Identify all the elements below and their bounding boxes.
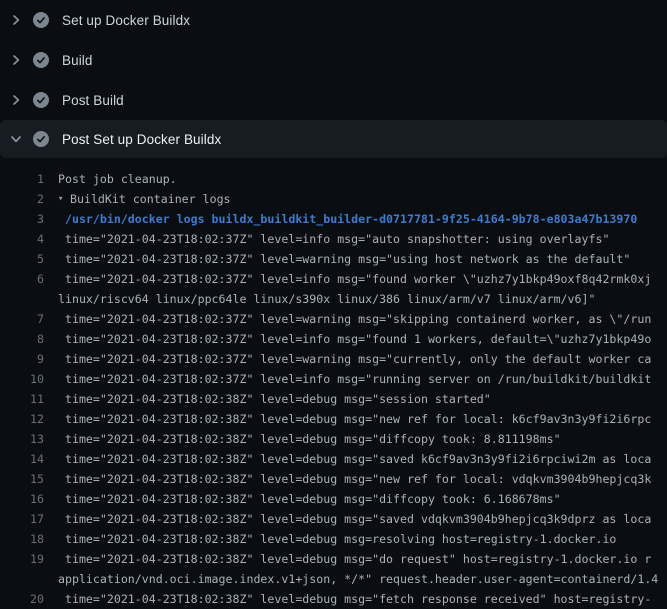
log-line-number[interactable]: 15: [0, 469, 44, 489]
log-line-text: time="2021-04-23T18:02:38Z" level=debug …: [58, 429, 561, 449]
log-line-number[interactable]: 5: [0, 249, 44, 269]
step-label: Build: [62, 53, 93, 68]
log-line-text: time="2021-04-23T18:02:37Z" level=warnin…: [58, 349, 651, 369]
log-line-text: time="2021-04-23T18:02:37Z" level=info m…: [58, 329, 651, 349]
log-line: 9 time="2021-04-23T18:02:37Z" level=warn…: [0, 349, 667, 369]
check-circle-icon: [33, 92, 49, 108]
log-line: 16 time="2021-04-23T18:02:38Z" level=deb…: [0, 489, 667, 509]
log-line: linux/riscv64 linux/ppc64le linux/s390x …: [0, 289, 667, 309]
log-line-text: time="2021-04-23T18:02:38Z" level=debug …: [58, 469, 651, 489]
log-line: 5 time="2021-04-23T18:02:37Z" level=warn…: [0, 249, 667, 269]
log-line-number[interactable]: 6: [0, 269, 44, 289]
log-line-number[interactable]: 11: [0, 389, 44, 409]
log-line: 11 time="2021-04-23T18:02:38Z" level=deb…: [0, 389, 667, 409]
log-line-text: time="2021-04-23T18:02:37Z" level=info m…: [58, 369, 651, 389]
log-line-text: time="2021-04-23T18:02:37Z" level=warnin…: [58, 249, 630, 269]
log-line: 15 time="2021-04-23T18:02:38Z" level=deb…: [0, 469, 667, 489]
log-line-number[interactable]: 1: [0, 169, 44, 189]
chevron-right-icon[interactable]: [8, 92, 24, 108]
step-label: Post Set up Docker Buildx: [62, 132, 221, 147]
log-line-number[interactable]: 12: [0, 409, 44, 429]
log-line-number[interactable]: 2: [0, 189, 44, 209]
log-group-collapse-icon[interactable]: ▾: [58, 189, 70, 209]
log-line-number[interactable]: 19: [0, 549, 44, 569]
log-line-text: time="2021-04-23T18:02:38Z" level=debug …: [58, 489, 561, 509]
chevron-down-icon[interactable]: [8, 131, 24, 147]
log-line-text: time="2021-04-23T18:02:38Z" level=debug …: [58, 509, 651, 529]
log-panel: 1 Post job cleanup. 2 ▾ BuildKit contain…: [0, 158, 667, 609]
log-line-text: Post job cleanup.: [58, 169, 177, 189]
log-line-text: time="2021-04-23T18:02:38Z" level=debug …: [58, 409, 651, 429]
log-line-text: time="2021-04-23T18:02:38Z" level=debug …: [58, 449, 651, 469]
log-line-text: BuildKit container logs: [70, 189, 231, 209]
log-line-number[interactable]: 4: [0, 229, 44, 249]
step-row[interactable]: Set up Docker Buildx: [0, 0, 667, 40]
log-line: 2 ▾ BuildKit container logs: [0, 189, 667, 209]
log-line: 7 time="2021-04-23T18:02:37Z" level=warn…: [0, 309, 667, 329]
step-row[interactable]: Post Build: [0, 80, 667, 120]
log-line-text: time="2021-04-23T18:02:37Z" level=warnin…: [58, 309, 651, 329]
log-line-text: application/vnd.oci.image.index.v1+json,…: [58, 569, 658, 589]
log-line: 10 time="2021-04-23T18:02:37Z" level=inf…: [0, 369, 667, 389]
log-line-number[interactable]: 13: [0, 429, 44, 449]
chevron-right-icon[interactable]: [8, 52, 24, 68]
log-line-number[interactable]: 8: [0, 329, 44, 349]
step-list: Set up Docker Buildx Build P: [0, 0, 667, 158]
log-line-number[interactable]: 16: [0, 489, 44, 509]
log-line: 3 /usr/bin/docker logs buildx_buildkit_b…: [0, 209, 667, 229]
log-line-number[interactable]: [0, 569, 44, 589]
log-line-number[interactable]: 14: [0, 449, 44, 469]
log-line-text: time="2021-04-23T18:02:38Z" level=debug …: [58, 589, 651, 609]
log-line-number[interactable]: 20: [0, 589, 44, 609]
log-line: 14 time="2021-04-23T18:02:38Z" level=deb…: [0, 449, 667, 469]
log-line-text: linux/riscv64 linux/ppc64le linux/s390x …: [58, 289, 595, 309]
log-line-text: /usr/bin/docker logs buildx_buildkit_bui…: [58, 209, 637, 229]
log-line: 4 time="2021-04-23T18:02:37Z" level=info…: [0, 229, 667, 249]
log-line-text: time="2021-04-23T18:02:38Z" level=debug …: [58, 549, 651, 569]
log-line-text: time="2021-04-23T18:02:38Z" level=debug …: [58, 529, 616, 549]
check-circle-icon: [33, 52, 49, 68]
log-line: 6 time="2021-04-23T18:02:37Z" level=info…: [0, 269, 667, 289]
step-row[interactable]: Build: [0, 40, 667, 80]
log-line-number[interactable]: 3: [0, 209, 44, 229]
step-row[interactable]: Post Set up Docker Buildx: [0, 120, 667, 158]
log-line-number[interactable]: 17: [0, 509, 44, 529]
log-line-number[interactable]: [0, 289, 44, 309]
log-line: 13 time="2021-04-23T18:02:38Z" level=deb…: [0, 429, 667, 449]
log-line-number[interactable]: 9: [0, 349, 44, 369]
log-line: 1 Post job cleanup.: [0, 169, 667, 189]
check-circle-icon: [33, 131, 49, 147]
log-line: 12 time="2021-04-23T18:02:38Z" level=deb…: [0, 409, 667, 429]
log-line-text: time="2021-04-23T18:02:38Z" level=debug …: [58, 389, 491, 409]
log-line: 20 time="2021-04-23T18:02:38Z" level=deb…: [0, 589, 667, 609]
log-line-text: time="2021-04-23T18:02:37Z" level=info m…: [58, 269, 651, 289]
log-line: 8 time="2021-04-23T18:02:37Z" level=info…: [0, 329, 667, 349]
log-line: 17 time="2021-04-23T18:02:38Z" level=deb…: [0, 509, 667, 529]
step-label: Post Build: [62, 93, 124, 108]
actions-log-viewer: { "colors": { "page_bg": "#0a0d12", "exp…: [0, 0, 667, 600]
log-line-number[interactable]: 7: [0, 309, 44, 329]
check-circle-icon: [33, 12, 49, 28]
log-line: application/vnd.oci.image.index.v1+json,…: [0, 569, 667, 589]
log-line: 19 time="2021-04-23T18:02:38Z" level=deb…: [0, 549, 667, 569]
log-line: 18 time="2021-04-23T18:02:38Z" level=deb…: [0, 529, 667, 549]
log-line-text: time="2021-04-23T18:02:37Z" level=info m…: [58, 229, 609, 249]
log-line-number[interactable]: 10: [0, 369, 44, 389]
chevron-right-icon[interactable]: [8, 12, 24, 28]
log-line-number[interactable]: 18: [0, 529, 44, 549]
step-label: Set up Docker Buildx: [62, 13, 190, 28]
